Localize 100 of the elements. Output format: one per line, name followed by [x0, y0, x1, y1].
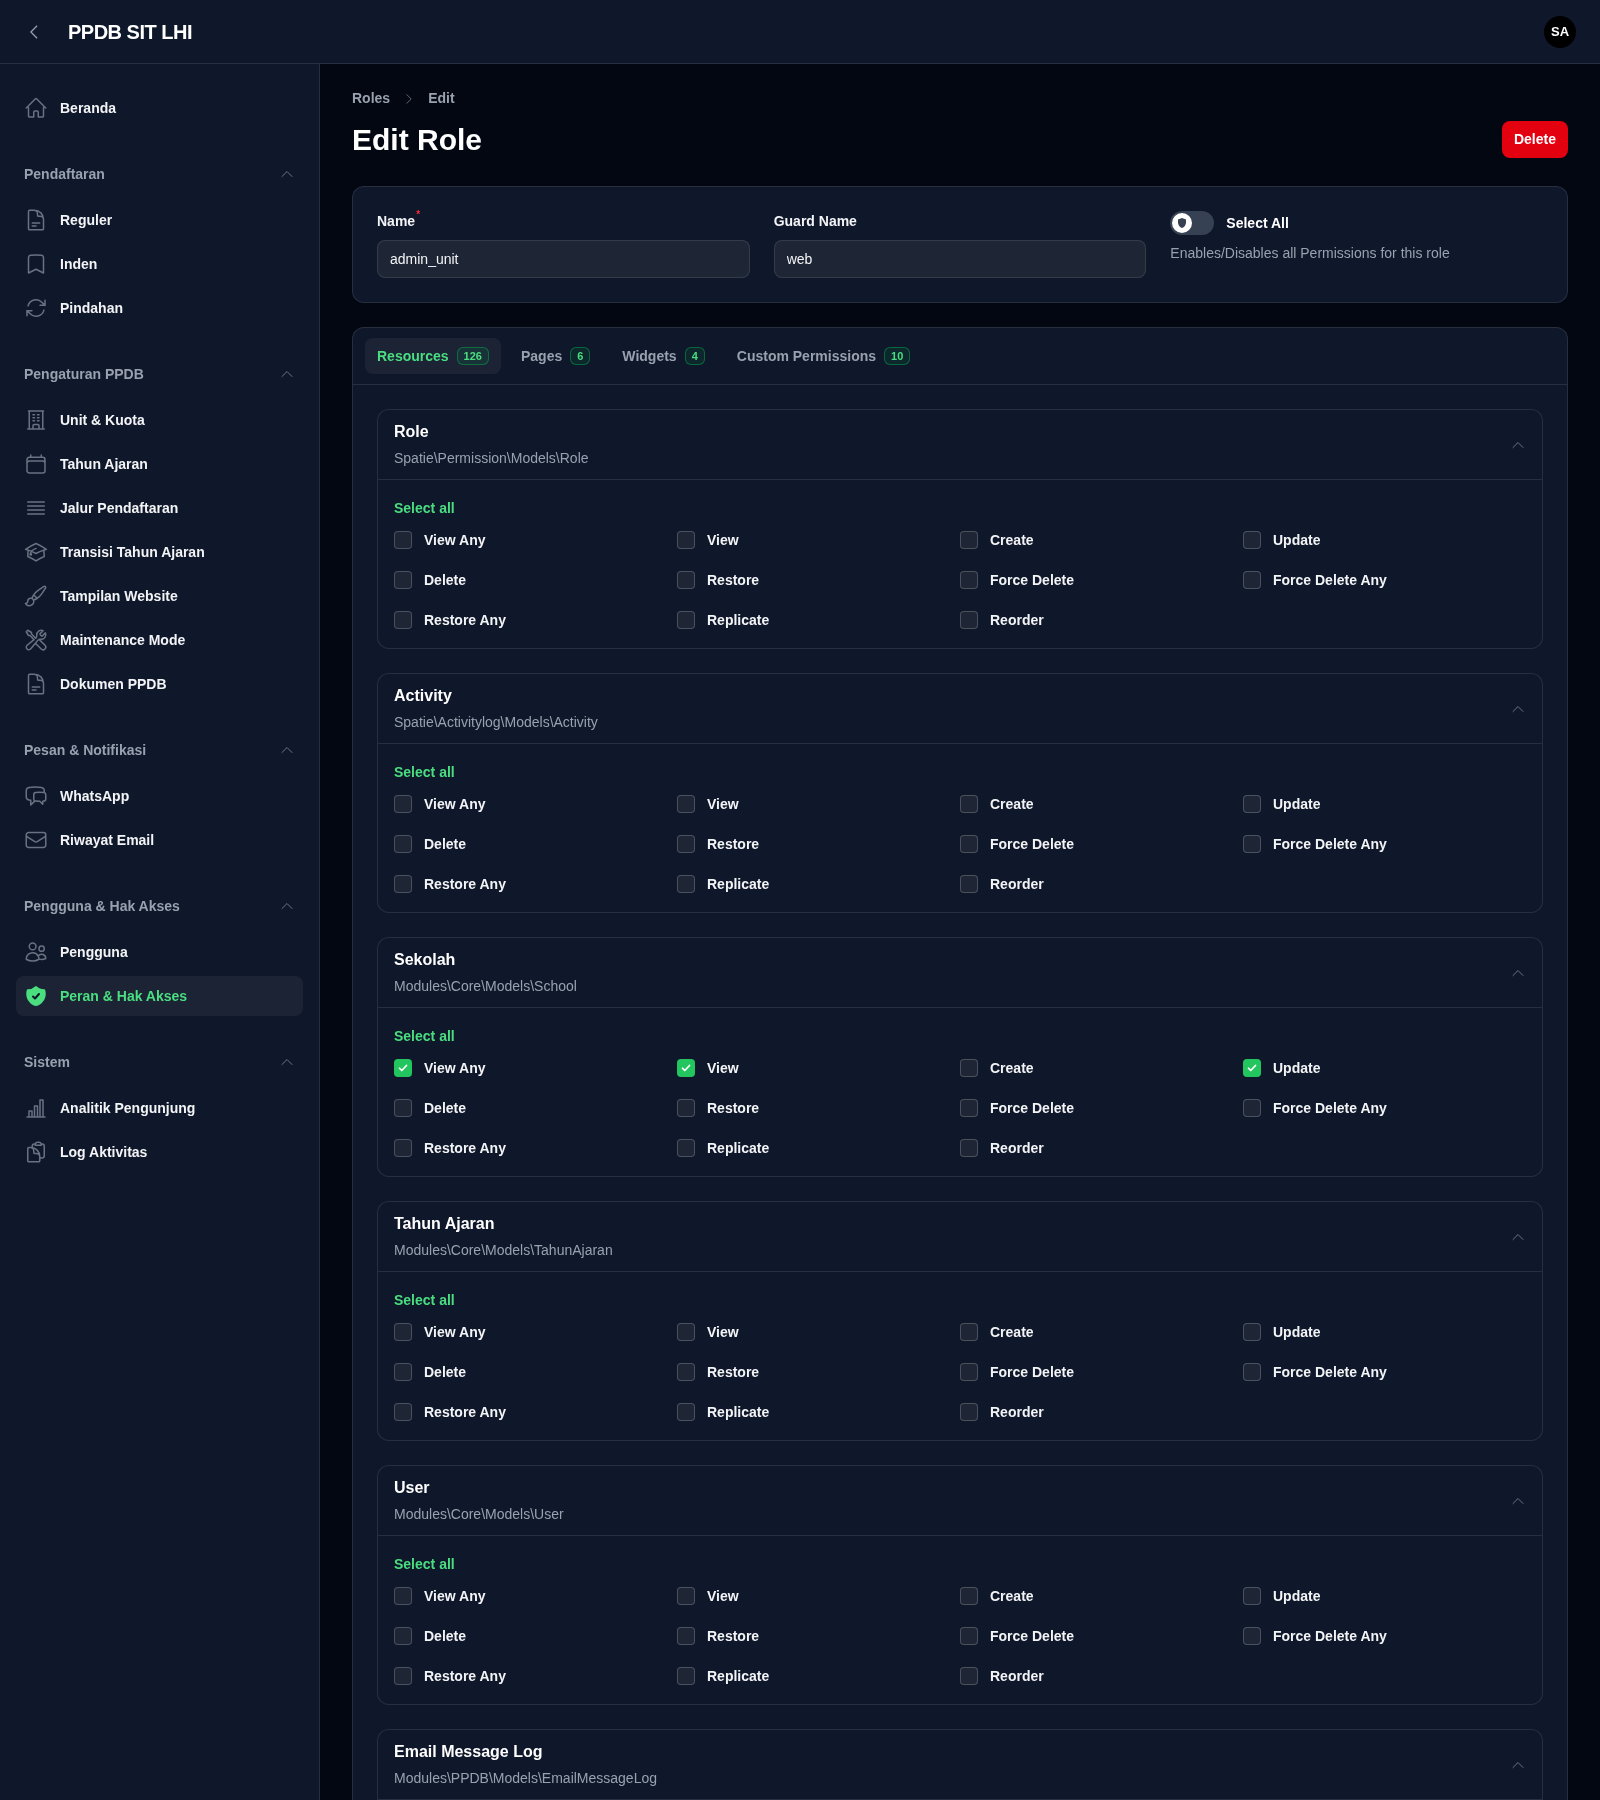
tab[interactable]: Resources 126: [365, 338, 501, 374]
checkbox[interactable]: [677, 1587, 695, 1605]
checkbox[interactable]: [394, 1323, 412, 1341]
resource-title: Email Message Log: [394, 1742, 544, 1762]
sidebar-item[interactable]: Log Aktivitas: [16, 1132, 303, 1172]
text-input-field[interactable]: web: [773, 240, 1147, 278]
checkbox[interactable]: [677, 571, 695, 589]
sidebar-item[interactable]: Beranda: [16, 88, 303, 128]
checkbox[interactable]: [1243, 1587, 1261, 1605]
checkbox[interactable]: [394, 571, 412, 589]
permission-label: Delete: [424, 570, 467, 590]
sidebar-item[interactable]: Dokumen PPDB: [16, 664, 303, 704]
select-all-toggle[interactable]: [1170, 211, 1215, 235]
checkbox[interactable]: [677, 835, 695, 853]
checkbox[interactable]: [394, 1587, 412, 1605]
text-input-field[interactable]: admin_unit: [377, 240, 750, 278]
checkbox[interactable]: [677, 531, 695, 549]
checkbox[interactable]: [1243, 1363, 1261, 1381]
checkbox[interactable]: [677, 1627, 695, 1645]
sidebar-item[interactable]: Maintenance Mode: [16, 620, 303, 660]
checkbox[interactable]: [677, 875, 695, 893]
checkbox[interactable]: [394, 531, 412, 549]
sidebar-group-header[interactable]: Sistem: [16, 1048, 303, 1076]
checkbox[interactable]: [960, 795, 978, 813]
checkbox[interactable]: [394, 875, 412, 893]
checkbox[interactable]: [677, 1323, 695, 1341]
permission-label: Delete: [424, 1626, 467, 1646]
checkbox[interactable]: [394, 835, 412, 853]
checkbox[interactable]: [394, 795, 412, 813]
permission-label: View Any: [424, 1586, 486, 1606]
checkbox[interactable]: [677, 1363, 695, 1381]
tab[interactable]: Custom Permissions 10: [724, 338, 923, 374]
checkbox[interactable]: [960, 1323, 978, 1341]
tab[interactable]: Pages 6: [508, 338, 603, 374]
sidebar-item[interactable]: Riwayat Email: [16, 820, 303, 860]
checkbox[interactable]: [960, 1099, 978, 1117]
breadcrumb-link[interactable]: Edit: [428, 88, 455, 109]
sidebar-item[interactable]: WhatsApp: [16, 776, 303, 816]
sidebar-item[interactable]: Tahun Ajaran: [16, 444, 303, 484]
checkbox[interactable]: [394, 1099, 412, 1117]
checkbox[interactable]: [1243, 835, 1261, 853]
checkbox[interactable]: [1243, 1323, 1261, 1341]
checkbox[interactable]: [394, 1139, 412, 1157]
checkbox[interactable]: [677, 1139, 695, 1157]
select-all-link[interactable]: Select all: [394, 1026, 455, 1047]
checkbox[interactable]: [960, 835, 978, 853]
sidebar-group-header[interactable]: Pendaftaran: [16, 160, 303, 188]
sidebar-item[interactable]: Analitik Pengunjung: [16, 1088, 303, 1128]
sidebar-group-header[interactable]: Pengaturan PPDB: [16, 360, 303, 388]
sidebar-item[interactable]: Jalur Pendaftaran: [16, 488, 303, 528]
checkbox[interactable]: [960, 875, 978, 893]
checkbox[interactable]: [394, 1363, 412, 1381]
permission-label: Reorder: [990, 610, 1044, 630]
permission-label: View Any: [424, 1322, 486, 1342]
users-icon: [24, 940, 48, 964]
checkbox[interactable]: [394, 1403, 412, 1421]
checkbox[interactable]: [960, 1139, 978, 1157]
checkbox[interactable]: [960, 531, 978, 549]
checkbox[interactable]: [960, 1627, 978, 1645]
checkbox[interactable]: [1243, 1059, 1261, 1077]
delete-button[interactable]: Delete: [1501, 121, 1568, 158]
select-all-link[interactable]: Select all: [394, 498, 455, 519]
checkbox[interactable]: [960, 571, 978, 589]
checkbox[interactable]: [1243, 1099, 1261, 1117]
checkbox[interactable]: [677, 795, 695, 813]
checkbox[interactable]: [677, 611, 695, 629]
sidebar-item[interactable]: Inden: [16, 244, 303, 284]
sidebar-item[interactable]: Pindahan: [16, 288, 303, 328]
checkbox[interactable]: [960, 1403, 978, 1421]
checkbox[interactable]: [677, 1667, 695, 1685]
checkbox[interactable]: [1243, 795, 1261, 813]
sidebar-group-header[interactable]: Pengguna & Hak Akses: [16, 892, 303, 920]
checkbox[interactable]: [960, 611, 978, 629]
sidebar-item[interactable]: Pengguna: [16, 932, 303, 972]
sidebar-item[interactable]: Reguler: [16, 200, 303, 240]
checkbox[interactable]: [677, 1059, 695, 1077]
checkbox[interactable]: [1243, 571, 1261, 589]
checkbox[interactable]: [677, 1099, 695, 1117]
sidebar-item[interactable]: Peran & Hak Akses: [16, 976, 303, 1016]
sidebar-item[interactable]: Tampilan Website: [16, 576, 303, 616]
sidebar-item[interactable]: Transisi Tahun Ajaran: [16, 532, 303, 572]
checkbox[interactable]: [677, 1403, 695, 1421]
select-all-link[interactable]: Select all: [394, 1290, 455, 1311]
user-avatar[interactable]: SA: [1544, 15, 1576, 48]
checkbox[interactable]: [394, 1627, 412, 1645]
select-all-link[interactable]: Select all: [394, 762, 455, 783]
checkbox[interactable]: [960, 1363, 978, 1381]
checkbox[interactable]: [394, 1667, 412, 1685]
checkbox[interactable]: [394, 611, 412, 629]
checkbox[interactable]: [960, 1667, 978, 1685]
tab[interactable]: Widgets 4: [610, 338, 717, 374]
checkbox[interactable]: [960, 1587, 978, 1605]
checkbox[interactable]: [1243, 1627, 1261, 1645]
checkbox[interactable]: [960, 1059, 978, 1077]
checkbox[interactable]: [1243, 531, 1261, 549]
sidebar-item[interactable]: Unit & Kuota: [16, 400, 303, 440]
breadcrumb-link[interactable]: Roles: [352, 88, 391, 109]
select-all-link[interactable]: Select all: [394, 1554, 455, 1575]
checkbox[interactable]: [394, 1059, 412, 1077]
sidebar-group-header[interactable]: Pesan & Notifikasi: [16, 736, 303, 764]
